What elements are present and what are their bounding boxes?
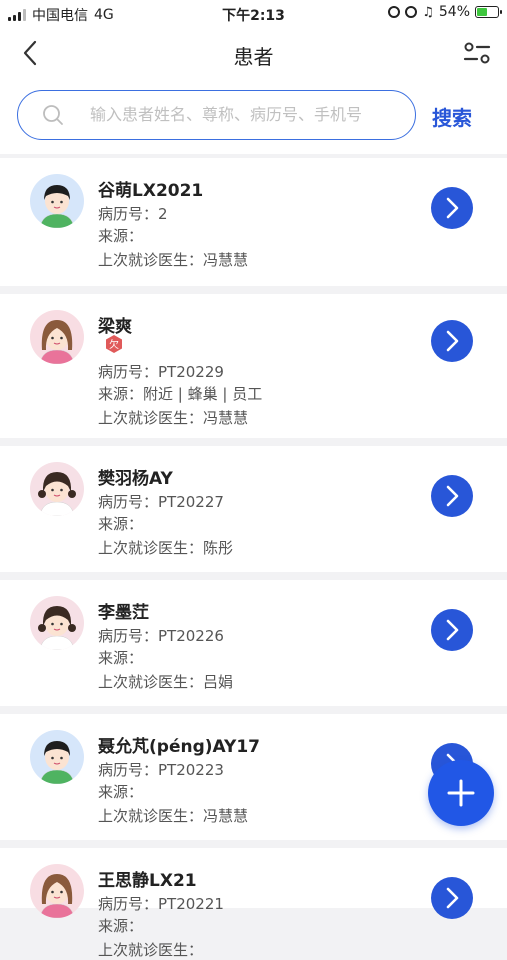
record-no-value: 2 [158, 205, 168, 223]
doctor-value: 陈彤 [203, 539, 234, 557]
search-button[interactable]: 搜索 [432, 102, 472, 131]
record-no-line: 病历号：PT20227 [98, 491, 224, 512]
avatar [30, 310, 84, 364]
patient-card[interactable]: 梁爽 欠 病历号：PT20229 来源：附近 | 蜂巢 | 员工 上次就诊医生：… [0, 294, 507, 438]
doctor-label: 上次就诊医生： [98, 251, 204, 269]
source-line: 来源：附近 | 蜂巢 | 员工 [98, 383, 262, 404]
record-no-label: 病历号： [98, 895, 159, 913]
doctor-value: 冯慧慧 [203, 409, 249, 427]
view-patient-button[interactable] [431, 187, 473, 229]
source-line: 来源： [98, 225, 143, 246]
source-label: 来源： [98, 385, 144, 403]
source-line: 来源： [98, 513, 143, 534]
source-value: 附近 | 蜂巢 | 员工 [143, 385, 263, 403]
view-patient-button[interactable] [431, 475, 473, 517]
chevron-right-icon [446, 330, 459, 352]
alarm-icon [405, 6, 418, 18]
doctor-line: 上次就诊医生：冯慧慧 [98, 805, 248, 826]
plus-icon [447, 779, 475, 807]
record-no-value: PT20223 [158, 761, 224, 779]
avatar [30, 864, 84, 918]
source-label: 来源： [98, 783, 144, 801]
nav-header: 患者 [0, 28, 507, 78]
patient-name: 樊羽杨AY [98, 469, 173, 489]
battery-percent: 54% [438, 4, 470, 20]
arrears-badge-icon: 欠 [106, 335, 122, 353]
doctor-line: 上次就诊医生：冯慧慧 [98, 249, 248, 270]
patient-name: 李墨茳 [98, 603, 149, 623]
chevron-right-icon [446, 485, 459, 507]
patient-card[interactable]: 谷萌LX2021 病历号：2 来源： 上次就诊医生：冯慧慧 [0, 158, 507, 286]
arrears-badge-label: 欠 [109, 338, 119, 351]
lock-rotation-icon [388, 6, 401, 18]
record-no-value: PT20221 [158, 895, 224, 913]
doctor-label: 上次就诊医生： [98, 673, 204, 691]
view-patient-button[interactable] [431, 609, 473, 651]
doctor-label: 上次就诊医生： [98, 409, 204, 427]
doctor-line: 上次就诊医生：陈彤 [98, 537, 233, 558]
patient-name: 谷萌LX2021 [98, 181, 204, 201]
record-no-line: 病历号：PT20223 [98, 759, 224, 780]
avatar [30, 462, 84, 516]
record-no-label: 病历号： [98, 761, 159, 779]
search-box[interactable] [17, 90, 416, 140]
source-label: 来源： [98, 917, 144, 935]
doctor-value: 冯慧慧 [203, 251, 249, 269]
chevron-right-icon [446, 619, 459, 641]
search-input[interactable] [90, 91, 400, 138]
view-patient-button[interactable] [431, 320, 473, 362]
doctor-value: 冯慧慧 [203, 807, 249, 825]
doctor-value: 吕娟 [203, 673, 234, 691]
status-right: ♫ 54% [388, 4, 502, 20]
status-bar: 中国电信 4G 下午2:13 ♫ 54% [0, 0, 507, 28]
patient-name: 聂允芃(péng)AY17 [98, 737, 261, 757]
source-line: 来源： [98, 781, 143, 802]
record-no-line: 病历号：2 [98, 203, 168, 224]
doctor-line: 上次就诊医生：吕娟 [98, 671, 233, 692]
record-no-value: PT20229 [158, 363, 224, 381]
record-no-value: PT20226 [158, 627, 224, 645]
source-line: 来源： [98, 915, 143, 936]
doctor-label: 上次就诊医生： [98, 941, 204, 959]
record-no-line: 病历号：PT20226 [98, 625, 224, 646]
record-no-line: 病历号：PT20229 [98, 361, 224, 382]
patient-card[interactable]: 李墨茳 病历号：PT20226 来源： 上次就诊医生：吕娟 [0, 580, 507, 706]
source-label: 来源： [98, 515, 144, 533]
avatar [30, 596, 84, 650]
record-no-line: 病历号：PT20221 [98, 893, 224, 914]
battery-icon [475, 6, 502, 18]
doctor-label: 上次就诊医生： [98, 539, 204, 557]
patient-name: 王思静LX21 [98, 871, 197, 891]
view-patient-button[interactable] [431, 877, 473, 919]
patient-card[interactable]: 王思静LX21 病历号：PT20221 来源： 上次就诊医生： [0, 848, 507, 959]
avatar [30, 730, 84, 784]
record-no-label: 病历号： [98, 363, 159, 381]
source-label: 来源： [98, 227, 144, 245]
record-no-value: PT20227 [158, 493, 224, 511]
filter-sliders-icon[interactable] [463, 40, 491, 66]
chevron-right-icon [446, 887, 459, 909]
page-title: 患者 [233, 45, 274, 69]
add-patient-button[interactable] [428, 760, 494, 826]
record-no-label: 病历号： [98, 627, 159, 645]
avatar [30, 174, 84, 228]
source-line: 来源： [98, 647, 143, 668]
chevron-right-icon [446, 197, 459, 219]
patient-card[interactable]: 樊羽杨AY 病历号：PT20227 来源： 上次就诊医生：陈彤 [0, 446, 507, 572]
search-bar: 搜索 [0, 78, 507, 154]
headphones-icon: ♫ [422, 4, 434, 20]
doctor-label: 上次就诊医生： [98, 807, 204, 825]
record-no-label: 病历号： [98, 205, 159, 223]
record-no-label: 病历号： [98, 493, 159, 511]
doctor-line: 上次就诊医生：冯慧慧 [98, 407, 248, 428]
source-label: 来源： [98, 649, 144, 667]
doctor-line: 上次就诊医生： [98, 939, 203, 960]
search-icon [43, 105, 63, 125]
